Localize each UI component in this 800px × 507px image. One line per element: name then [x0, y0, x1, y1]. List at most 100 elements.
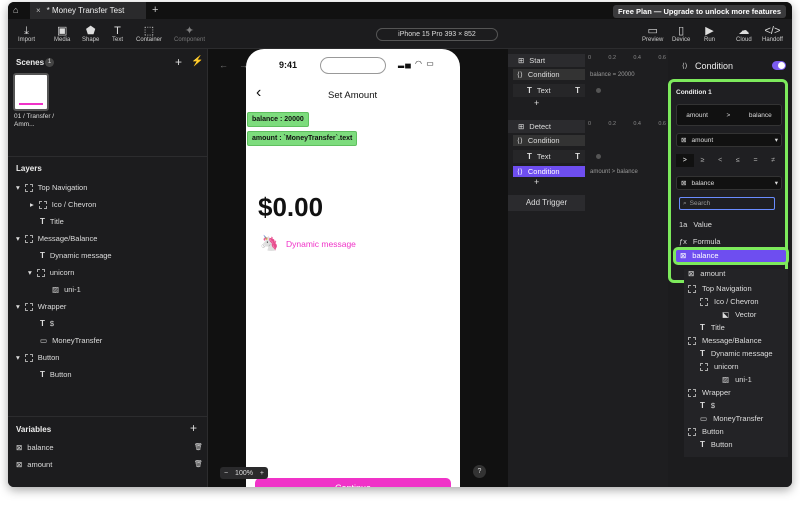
close-icon[interactable]: ×	[36, 6, 41, 15]
caret-down-icon: ▾	[16, 183, 20, 192]
op-greater[interactable]: >	[676, 154, 694, 167]
layer-dollar[interactable]: T $	[8, 315, 208, 332]
device-button[interactable]: ▯ Device	[672, 25, 690, 43]
op-equal[interactable]: =	[747, 154, 765, 167]
tree-message-balance[interactable]: Message/Balance	[688, 336, 762, 345]
layer-ico-chevron[interactable]: ▸ Ico / Chevron	[8, 196, 208, 213]
preview-button[interactable]: ▭ Preview	[642, 25, 663, 43]
tree-button-group[interactable]: Button	[688, 427, 724, 436]
right-operand-select[interactable]: ⊠ balance ▾	[676, 176, 782, 190]
option-balance-selected[interactable]: ⊠ balance	[673, 247, 789, 265]
zoom-out-button[interactable]: −	[224, 470, 228, 477]
add-trigger-button[interactable]: Add Trigger	[508, 195, 585, 211]
zoom-in-button[interactable]: +	[260, 470, 264, 477]
layer-button-group[interactable]: ▾ Button	[8, 349, 208, 366]
tree-top-navigation[interactable]: Top Navigation	[688, 284, 752, 293]
tab-bar: ⌂ × * Money Transfer Test + Free Plan — …	[8, 2, 792, 19]
option-formula[interactable]: ƒx Formula	[679, 237, 720, 246]
text-button[interactable]: T Text	[112, 25, 123, 43]
layer-dynamic-message[interactable]: T Dynamic message	[8, 247, 208, 264]
tree-money-transfer[interactable]: ▭ MoneyTransfer	[700, 414, 763, 423]
trigger-start[interactable]: ⊞ Start	[508, 54, 585, 67]
start-text-action[interactable]: T Text T	[513, 84, 585, 97]
layer-wrapper[interactable]: ▾ Wrapper	[8, 298, 208, 315]
add-action-button[interactable]: +	[534, 177, 539, 187]
search-input[interactable]: ⌕ Search	[679, 197, 775, 210]
add-scene-icon[interactable]: +	[175, 55, 182, 69]
tree-vector[interactable]: ⬕ Vector	[722, 310, 756, 319]
shape-button[interactable]: ⬟ Shape	[82, 25, 99, 43]
layers-title: Layers	[16, 164, 42, 173]
tree-button[interactable]: T Button	[700, 440, 733, 449]
expr-left: amount	[686, 111, 708, 119]
op-less[interactable]: <	[711, 154, 729, 167]
tab-title: * Money Transfer Test	[46, 6, 125, 15]
phone-frame: 9:41 ▂▄ ◠ ▭ ‹ Set Amount balance : 20000…	[246, 49, 460, 487]
option-value[interactable]: 1a Value	[679, 220, 712, 229]
container-button[interactable]: ⬚ Container	[136, 25, 162, 43]
keyframe-dot[interactable]	[596, 154, 601, 159]
scene-thumbnail[interactable]	[13, 73, 49, 111]
help-button[interactable]: ?	[473, 465, 486, 478]
frame-icon	[700, 362, 708, 371]
tree-uni-1[interactable]: ▨ uni-1	[722, 375, 752, 384]
amount-variable-tag[interactable]: amount : `MoneyTransfer`.text	[247, 131, 358, 146]
op-greater-equal[interactable]: ≥	[694, 154, 712, 167]
home-icon[interactable]: ⌂	[13, 5, 23, 15]
add-variable-icon[interactable]: +	[190, 421, 197, 435]
trash-icon[interactable]: 🗑	[194, 460, 203, 468]
tree-wrapper[interactable]: Wrapper	[688, 388, 731, 397]
device-selector[interactable]: iPhone 15 Pro 393 × 852	[376, 28, 498, 41]
tree-unicorn[interactable]: unicorn	[700, 362, 739, 371]
detect-condition-selected[interactable]: ⟨⟩ Condition	[513, 166, 585, 177]
text-type-icon: T	[575, 86, 580, 95]
new-tab-icon[interactable]: +	[152, 4, 158, 16]
frame-icon	[36, 268, 45, 277]
bolt-icon[interactable]: ⚡	[191, 56, 203, 67]
import-button[interactable]: ⤓ Import	[18, 25, 35, 43]
text-layer-icon: T	[700, 323, 705, 332]
start-condition[interactable]: ⟨⟩ Condition	[513, 69, 585, 80]
variable-icon: ⊠	[16, 460, 23, 469]
handoff-button[interactable]: </> Handoff	[762, 25, 783, 43]
condition-toggle[interactable]	[772, 61, 786, 70]
add-action-button[interactable]: +	[534, 98, 539, 108]
tree-dollar[interactable]: T $	[700, 401, 715, 410]
back-arrow-icon[interactable]: ←	[219, 60, 228, 70]
trigger-icon: ⊞	[518, 122, 525, 131]
tree-ico-chevron[interactable]: Ico / Chevron	[700, 297, 759, 306]
variable-amount[interactable]: ⊠ amount	[8, 456, 208, 473]
trash-icon[interactable]: 🗑	[194, 443, 203, 451]
detect-text-action[interactable]: T Text T	[513, 150, 585, 163]
layer-title[interactable]: T Title	[8, 213, 208, 230]
tree-title[interactable]: T Title	[700, 323, 725, 332]
left-operand-select[interactable]: ⊠ amount ▾	[676, 133, 782, 147]
detect-condition[interactable]: ⟨⟩ Condition	[513, 135, 585, 146]
media-button[interactable]: ▣ Media	[54, 25, 70, 43]
layer-uni-1[interactable]: ▨ uni-1	[8, 281, 208, 298]
run-button[interactable]: ▶ Run	[704, 25, 715, 43]
zoom-level[interactable]: 100%	[235, 470, 253, 477]
tab-document[interactable]: × * Money Transfer Test	[30, 2, 146, 19]
layer-message-balance[interactable]: ▾ Message/Balance	[8, 230, 208, 247]
balance-variable-tag[interactable]: balance : 20000	[247, 112, 309, 127]
layer-money-transfer[interactable]: ▭ MoneyTransfer	[8, 332, 208, 349]
chevron-left-icon[interactable]: ‹	[256, 84, 261, 102]
op-less-equal[interactable]: ≤	[729, 154, 747, 167]
layer-unicorn[interactable]: ▾ unicorn	[8, 264, 208, 281]
condition-label: Condition 1	[676, 89, 712, 96]
condition-expression[interactable]: amount > balance	[676, 104, 782, 126]
trigger-detect[interactable]: ⊞ Detect	[508, 120, 585, 133]
plan-banner[interactable]: Free Plan — Upgrade to unlock more featu…	[613, 5, 786, 18]
tree-dynamic-message[interactable]: T Dynamic message	[700, 349, 773, 358]
option-amount[interactable]: ⊠ amount	[688, 269, 725, 278]
cloud-button[interactable]: ☁ Cloud	[736, 25, 752, 43]
keyframe-dot[interactable]	[596, 88, 601, 93]
layer-top-navigation[interactable]: ▾ Top Navigation	[8, 179, 208, 196]
layer-button[interactable]: T Button	[8, 366, 208, 383]
continue-button[interactable]: Continue	[255, 478, 451, 487]
amount-display[interactable]: $0.00	[258, 192, 323, 223]
variable-balance[interactable]: ⊠ balance	[8, 439, 208, 456]
op-not-equal[interactable]: ≠	[764, 154, 782, 167]
component-button[interactable]: ✦ Component	[174, 25, 205, 43]
